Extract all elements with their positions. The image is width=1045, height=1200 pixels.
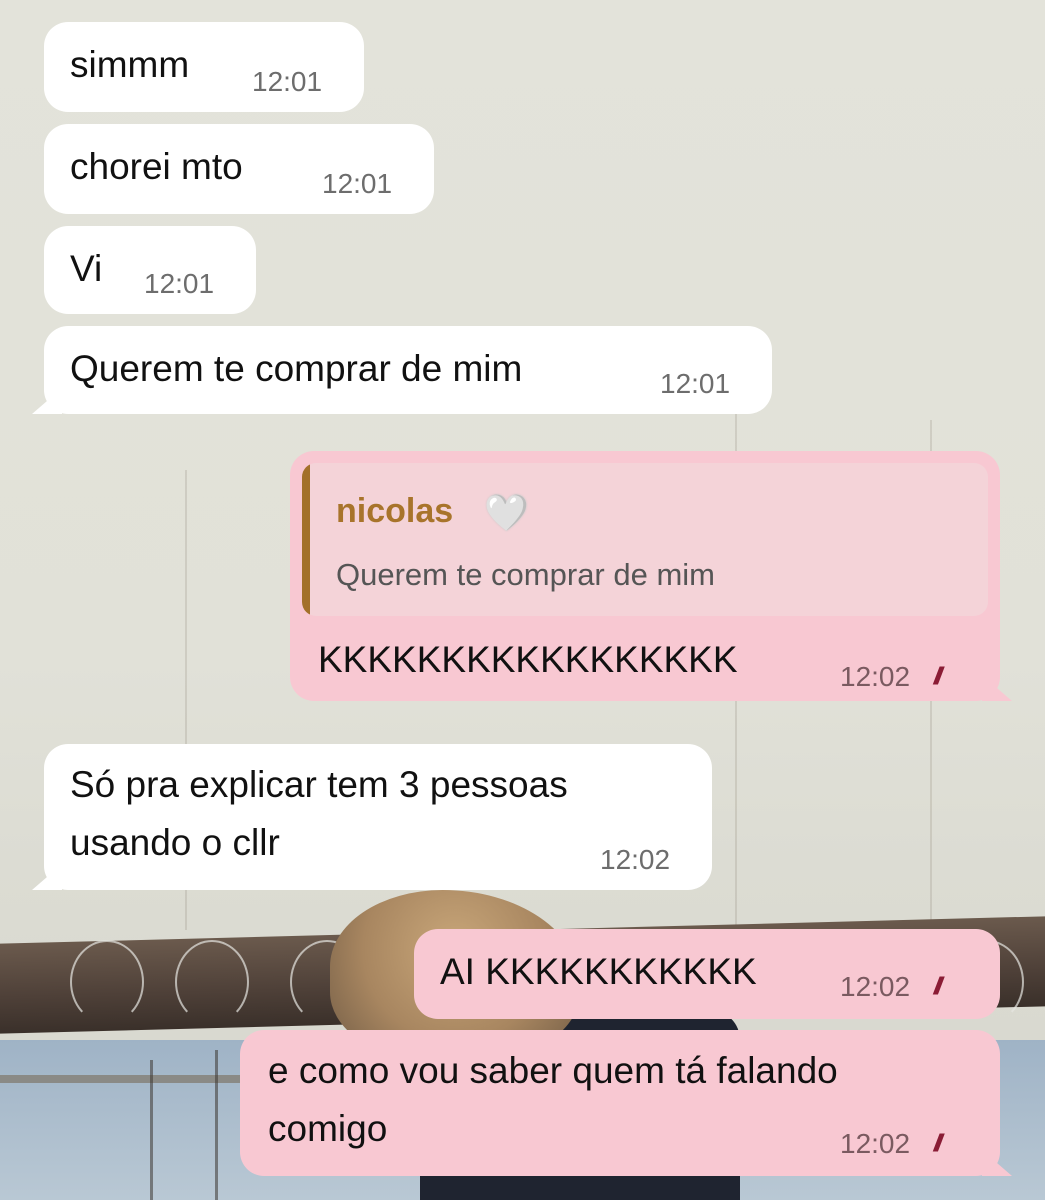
message-bubble-incoming[interactable]: simmm 12:01 <box>44 22 364 112</box>
message-time: 12:01 <box>660 368 731 399</box>
message-text-line: Só pra explicar tem 3 pessoas <box>70 764 568 805</box>
reply-quoted-text: Querem te comprar de mim <box>336 557 715 592</box>
rope <box>150 1060 153 1200</box>
message-text-line: usando o cllr <box>70 822 280 863</box>
message-bubble-outgoing[interactable]: nicolas 🤍 Querem te comprar de mim KKKKK… <box>290 451 1012 701</box>
message-text-line: comigo <box>268 1108 388 1149</box>
reply-quote-bar <box>302 463 310 616</box>
message-text: simmm <box>70 44 190 85</box>
message-bubble-incoming[interactable]: Só pra explicar tem 3 pessoas usando o c… <box>32 744 712 890</box>
message-text: Vi <box>70 248 103 289</box>
message-bubble-outgoing[interactable]: AI KKKKKKKKKKK 12:02 // <box>414 929 1000 1019</box>
message-time: 12:02 <box>840 661 911 692</box>
message-time: 12:01 <box>322 168 393 199</box>
message-text: Querem te comprar de mim <box>70 348 523 389</box>
message-text: KKKKKKKKKKKKKKKKK <box>318 639 738 680</box>
message-bubble-incoming[interactable]: chorei mto 12:01 <box>44 124 434 214</box>
message-bubble-outgoing[interactable]: e como vou saber quem tá falando comigo … <box>240 1030 1012 1176</box>
message-bubble-incoming[interactable]: Vi 12:01 <box>44 226 256 314</box>
boat-rail <box>0 1075 260 1083</box>
sail-ring <box>175 940 249 1024</box>
message-time: 12:02 <box>840 971 911 1002</box>
reply-sender-name: nicolas <box>336 492 454 530</box>
rope <box>215 1050 218 1200</box>
message-bubble-incoming[interactable]: Querem te comprar de mim 12:01 <box>32 326 772 414</box>
message-time: 12:01 <box>252 66 323 97</box>
reply-quote[interactable]: nicolas 🤍 Querem te comprar de mim <box>302 463 988 616</box>
message-text: AI KKKKKKKKKKK <box>440 951 757 992</box>
white-heart-emoji: 🤍 <box>484 492 529 533</box>
message-text-line: e como vou saber quem tá falando <box>268 1050 838 1091</box>
sail-ring <box>70 940 144 1024</box>
message-time: 12:02 <box>600 844 671 875</box>
message-text: chorei mto <box>70 146 243 187</box>
message-time: 12:01 <box>144 268 215 299</box>
message-time: 12:02 <box>840 1128 911 1159</box>
